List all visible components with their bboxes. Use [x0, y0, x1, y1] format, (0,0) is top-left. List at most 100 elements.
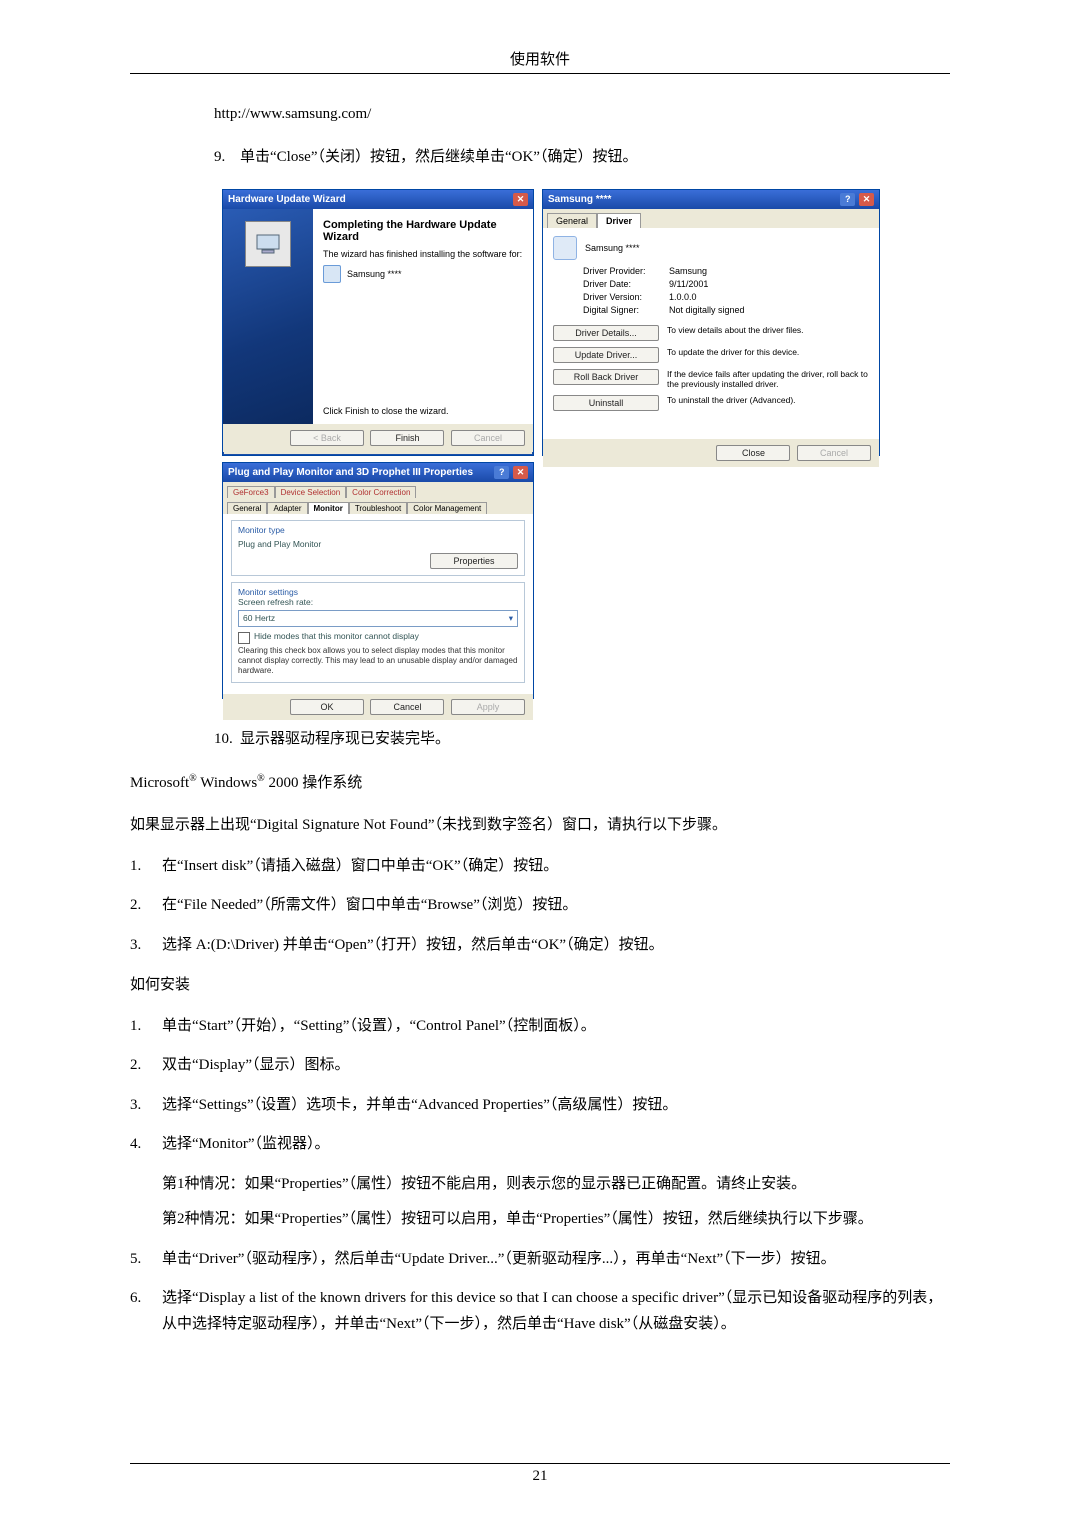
help-icon[interactable]: ?: [840, 193, 855, 206]
signature-steps: 1.在“Insert disk”（请插入磁盘）窗口中单击“OK”（确定）按钮。 …: [130, 854, 950, 959]
back-button: < Back: [290, 430, 364, 446]
li-text: 单击“Start”（开始），“Setting”（设置），“Control Pan…: [162, 1014, 950, 1040]
driver-title-icons: ? ✕: [839, 193, 874, 206]
tab-troubleshoot[interactable]: Troubleshoot: [349, 502, 407, 514]
driver-titlebar: Samsung **** ? ✕: [543, 190, 879, 209]
url-text: http://www.samsung.com/: [214, 106, 950, 123]
li-num: 3.: [130, 1093, 162, 1119]
li-text: 双击“Display”（显示）图标。: [162, 1053, 950, 1079]
tab-geforce3[interactable]: GeForce3: [227, 486, 275, 498]
driver-version-label: Driver Version:: [583, 292, 669, 302]
driver-date-val: 9/11/2001: [669, 279, 708, 289]
tab-color-correction[interactable]: Color Correction: [346, 486, 416, 498]
uninstall-button[interactable]: Uninstall: [553, 395, 659, 411]
rollback-driver-button[interactable]: Roll Back Driver: [553, 369, 659, 385]
li-text: 选择 A:(D:\Driver) 并单击“Open”（打开）按钮，然后单击“OK…: [162, 933, 950, 959]
driver-provider-val: Samsung: [669, 266, 707, 276]
monitor-type-label: Monitor type: [238, 525, 518, 535]
properties-button[interactable]: Properties: [430, 553, 518, 569]
driver-device-name: Samsung ****: [585, 243, 640, 253]
device-icon: [245, 221, 291, 267]
tab-monitor[interactable]: Monitor: [308, 502, 349, 514]
os-suffix: 2000 操作系统: [265, 775, 363, 791]
driver-provider-label: Driver Provider:: [583, 266, 669, 276]
page-footer: 21: [130, 1463, 950, 1485]
display-tabs-row2: General Adapter Monitor Troubleshoot Col…: [223, 498, 533, 514]
tab-device-selection[interactable]: Device Selection: [275, 486, 347, 498]
driver-props-window: Samsung **** ? ✕ General Driver Samsung …: [542, 189, 880, 456]
display-title-icons: ? ✕: [493, 466, 528, 479]
tab-general[interactable]: General: [547, 213, 597, 228]
driver-date-label: Driver Date:: [583, 279, 669, 289]
step-10-num: 10.: [214, 727, 240, 753]
step-10-text: 显示器驱动程序现已安装完毕。: [240, 727, 950, 753]
display-title: Plug and Play Monitor and 3D Prophet III…: [228, 467, 473, 478]
li-num: 5.: [130, 1247, 162, 1273]
refresh-rate-label: Screen refresh rate:: [238, 597, 518, 607]
driver-details-button[interactable]: Driver Details...: [553, 325, 659, 341]
li-num: 3.: [130, 933, 162, 959]
step-9-num: 9.: [214, 145, 240, 171]
step-10: 10. 显示器驱动程序现已安装完毕。: [214, 727, 950, 753]
monitor-settings-label: Monitor settings: [238, 587, 518, 597]
ok-button[interactable]: OK: [290, 699, 364, 715]
page-number: 21: [130, 1468, 950, 1485]
tab-general[interactable]: General: [227, 502, 267, 514]
cancel-button: Cancel: [797, 445, 871, 461]
li-num: 4.: [130, 1132, 162, 1233]
driver-info-grid: Driver Provider:Samsung Driver Date:9/11…: [583, 266, 869, 315]
li-num: 1.: [130, 1014, 162, 1040]
tab-color-management[interactable]: Color Management: [407, 502, 487, 514]
wizard-sub: The wizard has finished installing the s…: [323, 249, 523, 259]
wizard-device: Samsung ****: [347, 269, 402, 279]
driver-details-desc: To view details about the driver files.: [667, 325, 869, 335]
hide-modes-checkbox[interactable]: [238, 632, 250, 644]
driver-version-val: 1.0.0.0: [669, 292, 697, 302]
hide-modes-note: Clearing this check box allows you to se…: [238, 646, 518, 676]
close-button[interactable]: Close: [716, 445, 790, 461]
signature-para: 如果显示器上出现“Digital Signature Not Found”（未找…: [130, 812, 950, 840]
header-rule: [130, 73, 950, 74]
close-icon[interactable]: ✕: [859, 193, 874, 206]
help-icon[interactable]: ?: [494, 466, 509, 479]
monitor-type-name: Plug and Play Monitor: [238, 539, 321, 549]
refresh-rate-value: 60 Hertz: [243, 613, 275, 623]
close-icon[interactable]: ✕: [513, 466, 528, 479]
li-num: 2.: [130, 1053, 162, 1079]
tab-driver[interactable]: Driver: [597, 213, 641, 228]
install-steps: 1.单击“Start”（开始），“Setting”（设置），“Control P…: [130, 1014, 950, 1338]
case1-text: 第1种情况：如果“Properties”（属性）按钮不能启用，则表示您的显示器已…: [162, 1172, 950, 1198]
monitor-icon: [553, 236, 577, 260]
wizard-title: Hardware Update Wizard: [228, 194, 346, 205]
how-install-heading: 如何安装: [130, 972, 950, 1000]
rollback-driver-desc: If the device fails after updating the d…: [667, 369, 869, 389]
os-prefix: Microsoft: [130, 775, 189, 791]
page-header: 使用软件: [130, 48, 950, 69]
tab-adapter[interactable]: Adapter: [267, 502, 307, 514]
cancel-button: Cancel: [451, 430, 525, 446]
update-driver-desc: To update the driver for this device.: [667, 347, 869, 357]
chevron-down-icon: ▾: [509, 613, 513, 624]
wizard-hint: Click Finish to close the wizard.: [323, 406, 523, 416]
wizard-heading: Completing the Hardware Update Wizard: [323, 219, 523, 243]
digital-signer-val: Not digitally signed: [669, 305, 745, 315]
os-heading: Microsoft® Windows® 2000 操作系统: [130, 770, 950, 798]
li-text: 选择“Settings”（设置）选项卡，并单击“Advanced Propert…: [162, 1093, 950, 1119]
step-9-text: 单击“Close”（关闭）按钮，然后继续单击“OK”（确定）按钮。: [240, 145, 950, 171]
apply-button: Apply: [451, 699, 525, 715]
finish-button[interactable]: Finish: [370, 430, 444, 446]
monitor-icon: [323, 265, 341, 283]
refresh-rate-select[interactable]: 60 Hertz ▾: [238, 610, 518, 627]
os-mid: Windows: [197, 775, 257, 791]
wizard-complete-window: Hardware Update Wizard ✕ Completing the …: [222, 189, 534, 456]
update-driver-button[interactable]: Update Driver...: [553, 347, 659, 363]
cancel-button[interactable]: Cancel: [370, 699, 444, 715]
close-icon[interactable]: ✕: [513, 193, 528, 206]
wizard-title-icons: ✕: [512, 193, 528, 206]
hide-modes-label: Hide modes that this monitor cannot disp…: [254, 631, 419, 641]
uninstall-desc: To uninstall the driver (Advanced).: [667, 395, 869, 405]
li-num: 1.: [130, 854, 162, 880]
li-text: 单击“Driver”（驱动程序），然后单击“Update Driver...”（…: [162, 1247, 950, 1273]
display-props-window: Plug and Play Monitor and 3D Prophet III…: [222, 462, 534, 699]
li-text: 在“File Needed”（所需文件）窗口中单击“Browse”（浏览）按钮。: [162, 893, 950, 919]
